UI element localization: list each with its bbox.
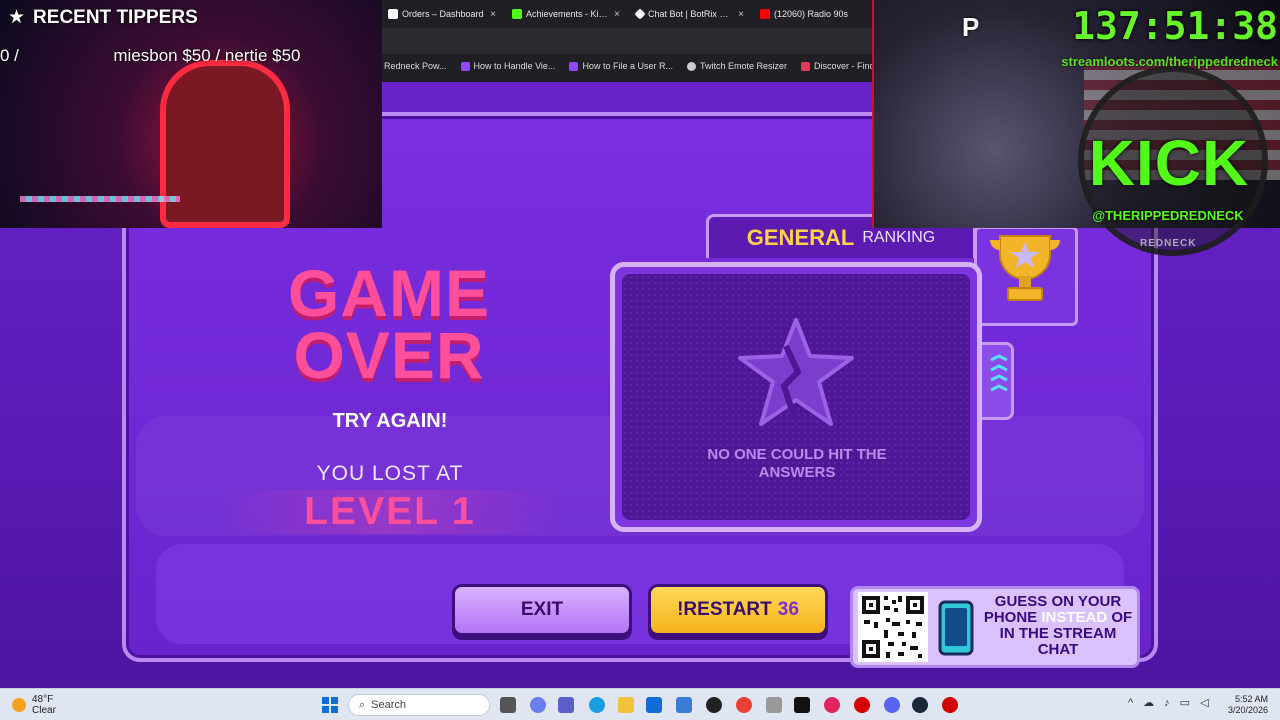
- system-tray: ^ ☁ ♪ ▭ ◁: [1128, 696, 1209, 710]
- game-over-title: GAME OVER: [288, 256, 490, 392]
- tab-radio-90s[interactable]: (12060) Radio 90s: [752, 0, 876, 28]
- copilot-icon[interactable]: [530, 697, 546, 713]
- subathon-timer: 137:51:38: [1072, 4, 1278, 48]
- tab-close-icon[interactable]: ×: [738, 9, 744, 20]
- clock-time: 5:52 AM: [1235, 694, 1269, 704]
- weather-moon-icon: [12, 698, 26, 712]
- windows-taskbar: 48°F Clear ⌕ Search ^ ☁ ♪ ▭ ◁ 5:52 AM 3/…: [0, 688, 1280, 720]
- search-placeholder: Search: [371, 699, 407, 711]
- store-icon[interactable]: [676, 697, 692, 713]
- volume-icon[interactable]: ◁: [1200, 696, 1208, 709]
- bookmark-handle-viewers[interactable]: How to Handle Vie...: [460, 61, 556, 71]
- no-one-message: NO ONE COULD HIT THE ANSWERS: [707, 446, 887, 481]
- bookmark-file-user-report[interactable]: How to File a User R...: [569, 61, 673, 71]
- bookmark-label: How to Handle Vie...: [473, 61, 556, 71]
- app-icon[interactable]: [766, 697, 782, 713]
- redneck-text: REDNECK: [1140, 238, 1197, 249]
- bttv-icon[interactable]: [854, 697, 870, 713]
- you-lost-at-label: YOU LOST AT: [316, 462, 464, 485]
- discord-icon[interactable]: [884, 697, 900, 713]
- app-tray-icon[interactable]: ☁: [1143, 696, 1154, 709]
- webcam-left: [0, 0, 382, 228]
- ranking-label: RANKING: [862, 228, 936, 246]
- exit-button[interactable]: EXIT: [452, 584, 632, 636]
- phone-icon: [938, 600, 974, 656]
- phone-text-instead: INSTEAD: [1041, 609, 1108, 626]
- bookmark-label: How to File a User R...: [582, 61, 673, 71]
- kick-favicon-icon: [512, 9, 522, 19]
- terminal-icon[interactable]: [794, 697, 810, 713]
- qr-code[interactable]: [858, 592, 928, 662]
- recent-tippers-title: RECENT TIPPERS: [33, 6, 198, 28]
- bookmark-emote-resizer[interactable]: Twitch Emote Resizer: [686, 61, 787, 71]
- trophy-icon: [990, 235, 1060, 301]
- weather-temp: 48°F: [32, 694, 54, 705]
- discover-icon: [801, 61, 810, 71]
- steam-icon[interactable]: [912, 697, 928, 713]
- windows-start-button[interactable]: [322, 697, 338, 713]
- tab-chat-bot-botrix[interactable]: Chat Bot | BotRix — Cl ×: [628, 0, 752, 28]
- restart-button[interactable]: !RESTART 36: [648, 584, 828, 636]
- tab-favicon-icon: [388, 9, 398, 19]
- ranking-general-label: GENERAL: [746, 224, 855, 250]
- stream-screen: { "browser": { "tabs": [ {"label": "Orde…: [0, 0, 1280, 720]
- chrome-icon[interactable]: [736, 697, 752, 713]
- obs-icon[interactable]: [706, 697, 722, 713]
- youtube-favicon-icon: [760, 9, 770, 19]
- weather-text: 48°F Clear: [32, 694, 56, 716]
- tab-title: Chat Bot | BotRix — Cl: [648, 9, 735, 19]
- edge-icon[interactable]: [589, 697, 605, 713]
- chevron-up-icon[interactable]: ^: [1128, 697, 1133, 709]
- tab-achievements-kick[interactable]: Achievements - Kick D ×: [504, 0, 628, 28]
- search-icon: ⌕: [359, 698, 366, 711]
- globe-icon: [686, 61, 696, 71]
- weather-widget[interactable]: 48°F Clear: [12, 694, 56, 716]
- microphone-icon[interactable]: ♪: [1164, 697, 1170, 709]
- address-bar[interactable]: [380, 28, 876, 54]
- tab-orders-dashboard[interactable]: Orders – Dashboard ×: [380, 0, 504, 28]
- restart-count: 36: [777, 599, 799, 620]
- tips-ticker: 0 / miesbon $50 / nertie $50: [0, 46, 301, 65]
- try-again-text: TRY AGAIN!: [332, 410, 448, 432]
- browser-window: Orders – Dashboard × Achievements - Kick…: [380, 0, 922, 82]
- star-icon: ★: [8, 7, 26, 28]
- audio-app-icon[interactable]: [824, 697, 840, 713]
- bookmark-label: Redneck Pow...: [384, 61, 447, 71]
- kick-handle: @THERIPPEDREDNECK: [1092, 208, 1244, 223]
- task-view-icon[interactable]: [500, 697, 516, 713]
- tab-close-icon[interactable]: ×: [614, 9, 620, 20]
- bookmarks-bar: Redneck Pow... How to Handle Vie... How …: [380, 54, 922, 78]
- exit-label: EXIT: [520, 599, 564, 620]
- network-icon[interactable]: ▭: [1180, 696, 1190, 709]
- tab-strip: Orders – Dashboard × Achievements - Kick…: [380, 0, 876, 28]
- chevrons-icon: [990, 354, 1008, 392]
- restart-label: !RESTART: [677, 599, 772, 620]
- gaming-chair: [160, 60, 290, 228]
- kick-logo: KICK: [1088, 127, 1250, 199]
- tab-title: Orders – Dashboard: [402, 9, 484, 19]
- tab-title: Achievements - Kick D: [526, 9, 611, 19]
- weather-condition: Clear: [32, 705, 56, 716]
- bookmark-redneck[interactable]: Redneck Pow...: [384, 61, 447, 71]
- recent-tippers-header: ★ RECENT TIPPERS: [8, 6, 198, 29]
- led-lights: [20, 196, 180, 202]
- file-explorer-icon[interactable]: [618, 697, 634, 713]
- twitch-icon: [460, 61, 470, 71]
- twitch-icon: [569, 61, 579, 71]
- streamloots-url: streamloots.com/therippedredneck: [1061, 54, 1278, 69]
- level-value: LEVEL 1: [220, 490, 560, 534]
- bookmark-label: Twitch Emote Resizer: [699, 61, 787, 71]
- tab-close-icon[interactable]: ×: [490, 9, 496, 20]
- taskbar-search[interactable]: ⌕ Search: [348, 694, 490, 716]
- tab-title: (12060) Radio 90s: [774, 9, 849, 19]
- broken-star-icon: [738, 318, 854, 426]
- teams-icon[interactable]: [558, 697, 574, 713]
- taskbar-clock[interactable]: 5:52 AM 3/20/2026: [1228, 694, 1268, 716]
- phone-guess-text: GUESS ON YOUR PHONE INSTEAD OF IN THE ST…: [980, 594, 1136, 658]
- record-icon[interactable]: [942, 697, 958, 713]
- botrix-favicon-icon: [634, 8, 646, 20]
- clock-date: 3/20/2026: [1228, 705, 1269, 715]
- outlook-icon[interactable]: [646, 697, 662, 713]
